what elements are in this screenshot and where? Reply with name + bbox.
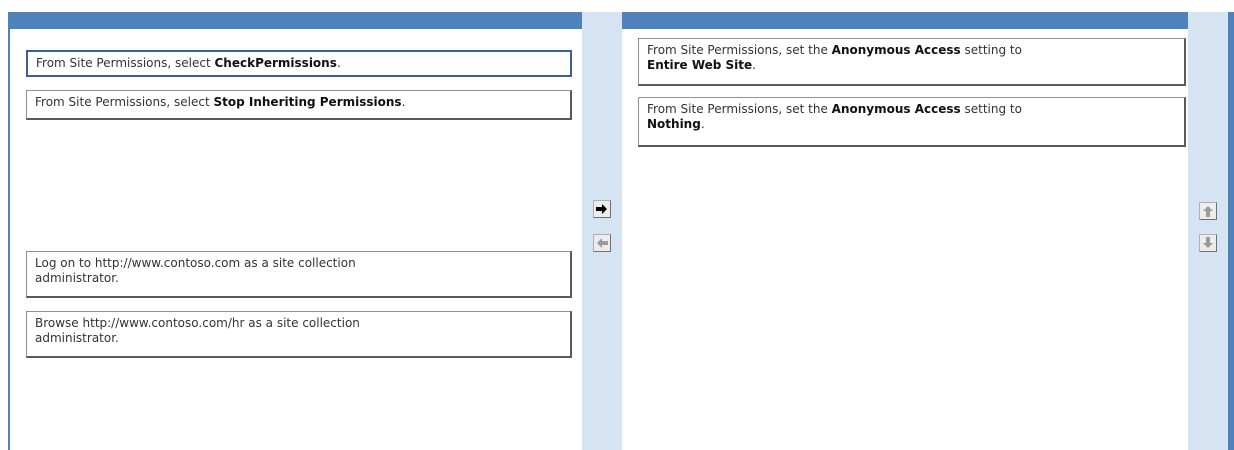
- source-list-panel: [8, 12, 584, 450]
- reorder-button-gutter: [1188, 12, 1228, 450]
- arrow-down-icon: [1203, 237, 1213, 248]
- answer-item-entire-web-site[interactable]: From Site Permissions, set the Anonymous…: [638, 38, 1186, 86]
- answer-item-nothing[interactable]: From Site Permissions, set the Anonymous…: [638, 97, 1186, 147]
- source-item-stop-inheriting[interactable]: From Site Permissions, select Stop Inher…: [26, 90, 572, 120]
- source-list-header: [10, 12, 584, 29]
- move-down-button[interactable]: [1199, 234, 1217, 252]
- transfer-button-gutter: [582, 12, 622, 450]
- move-right-button[interactable]: [593, 200, 611, 218]
- arrow-right-icon: [596, 204, 607, 214]
- source-item-browse-hr[interactable]: Browse http://www.contoso.com/hr as a si…: [26, 311, 572, 358]
- right-edge-bar: [1228, 12, 1234, 450]
- move-left-button[interactable]: [593, 234, 611, 252]
- move-up-button[interactable]: [1199, 202, 1217, 220]
- arrow-left-icon: [597, 238, 608, 248]
- arrow-up-icon: [1203, 206, 1213, 217]
- answer-list-header: [622, 12, 1188, 29]
- source-item-check-permissions[interactable]: From Site Permissions, select CheckPermi…: [26, 50, 572, 77]
- source-item-log-on[interactable]: Log on to http://www.contoso.com as a si…: [26, 251, 572, 298]
